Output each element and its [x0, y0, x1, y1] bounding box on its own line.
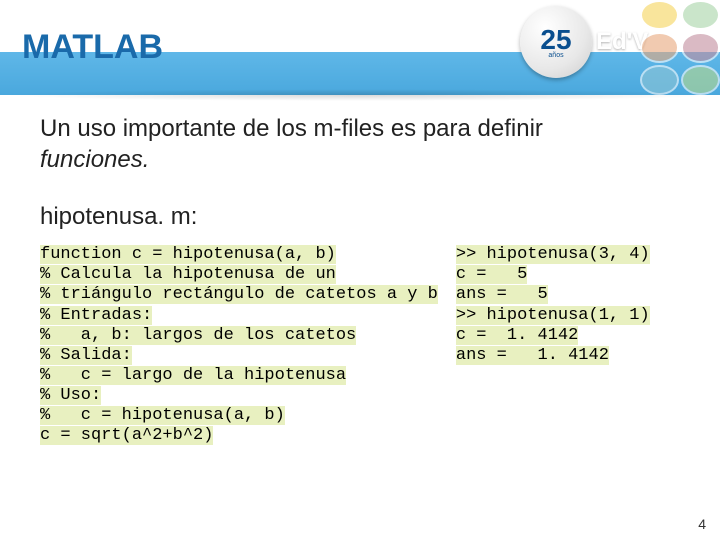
- badge-number: 25: [540, 26, 571, 54]
- anniversary-badge: 25 años: [520, 6, 592, 78]
- page-title: MATLAB: [22, 28, 163, 67]
- intro-text: Un uso importante de los m-files es para…: [40, 113, 692, 175]
- intro-line1: Un uso importante de los m-files es para…: [40, 115, 543, 142]
- code-row: function c = hipotenusa(a, b) % Calcula …: [40, 245, 692, 445]
- code-console-output: >> hipotenusa(3, 4) c = 5 ans = 5 >> hip…: [456, 245, 650, 365]
- filename-label: hipotenusa. m:: [40, 203, 692, 231]
- intro-line2: funciones.: [40, 146, 149, 173]
- page-number: 4: [698, 516, 706, 532]
- badge-years: años: [548, 52, 563, 59]
- decorative-icons: [640, 0, 720, 95]
- logo-area: 25 años Ed'V: [500, 0, 720, 95]
- slide-content: Un uso importante de los m-files es para…: [0, 95, 720, 446]
- slide-header: MATLAB 25 años Ed'V: [0, 0, 720, 95]
- code-function-definition: function c = hipotenusa(a, b) % Calcula …: [40, 245, 438, 445]
